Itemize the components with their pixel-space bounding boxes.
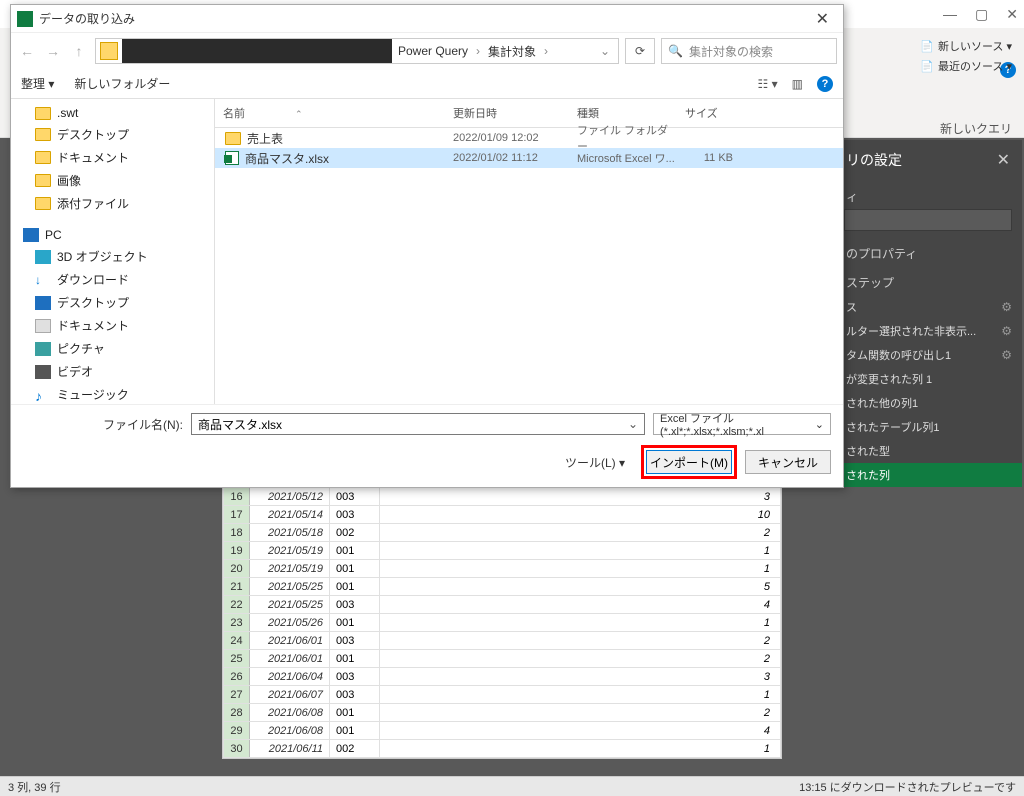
- tree-item[interactable]: ビデオ: [11, 360, 214, 383]
- nav-forward-icon: →: [43, 43, 63, 59]
- file-row[interactable]: 売上表2022/01/09 12:02ファイル フォルダー: [215, 128, 843, 148]
- folder-icon: [100, 42, 118, 60]
- step-item[interactable]: された他の列1: [834, 391, 1022, 415]
- ribbon-new-source[interactable]: 📄 新しいソース ▾: [920, 38, 1012, 54]
- query-name-input[interactable]: [844, 209, 1012, 231]
- address-bar[interactable]: Power Query › 集計対象 › ⌄: [95, 38, 619, 64]
- nav-back-icon[interactable]: ←: [17, 43, 37, 59]
- panel-title: リの設定: [846, 150, 902, 170]
- app-close-icon[interactable]: ✕: [1006, 6, 1018, 23]
- tree-item[interactable]: 3D オブジェクト: [11, 245, 214, 268]
- view-mode-icon[interactable]: ☷ ▾: [758, 77, 778, 91]
- cancel-button[interactable]: キャンセル: [745, 450, 831, 474]
- import-button[interactable]: インポート(M): [646, 450, 732, 474]
- tree-item[interactable]: デスクトップ: [11, 123, 214, 146]
- filename-input[interactable]: 商品マスタ.xlsx⌄: [191, 413, 645, 435]
- tree-item[interactable]: ドキュメント: [11, 146, 214, 169]
- refresh-icon[interactable]: ⟳: [625, 38, 655, 64]
- breadcrumb-b[interactable]: 集計対象: [482, 43, 542, 60]
- tree-item[interactable]: 画像: [11, 169, 214, 192]
- nav-up-icon[interactable]: ↑: [69, 43, 89, 59]
- table-row[interactable]: 302021/06/110021: [224, 740, 781, 758]
- applied-steps-label: ステップ: [834, 266, 1022, 295]
- step-item[interactable]: された型: [834, 439, 1022, 463]
- chevron-right-icon: ›: [474, 44, 482, 58]
- table-row[interactable]: 202021/05/190011: [224, 560, 781, 578]
- table-row[interactable]: 242021/06/010032: [224, 632, 781, 650]
- table-row[interactable]: 252021/06/010012: [224, 650, 781, 668]
- tree-item[interactable]: .swt: [11, 103, 214, 123]
- status-bar: 3 列, 39 行 13:15 にダウンロードされたプレビューです: [0, 776, 1024, 796]
- chevron-right-icon: ›: [542, 44, 550, 58]
- organize-menu[interactable]: 整理 ▾: [21, 75, 54, 92]
- dialog-help-icon[interactable]: ?: [817, 76, 833, 92]
- table-row[interactable]: 182021/05/180022: [224, 524, 781, 542]
- table-row[interactable]: 272021/06/070031: [224, 686, 781, 704]
- status-left: 3 列, 39 行: [8, 779, 61, 795]
- new-folder-button[interactable]: 新しいフォルダー: [74, 75, 170, 92]
- table-row[interactable]: 232021/05/260011: [224, 614, 781, 632]
- query-settings-panel: リの設定 ✕ ィ のプロパティ ステップ ス⚙ルター選択された非表示...⚙タム…: [834, 140, 1022, 487]
- breadcrumb-a[interactable]: Power Query: [392, 44, 474, 58]
- address-dropdown-icon[interactable]: ⌄: [592, 44, 618, 58]
- file-open-dialog: データの取り込み ✕ ← → ↑ Power Query › 集計対象 › ⌄ …: [10, 4, 844, 488]
- tree-pc[interactable]: PC: [11, 225, 214, 245]
- ribbon-recent-source[interactable]: 📄 最近のソース ▾: [920, 58, 1012, 74]
- excel-icon: [17, 11, 33, 27]
- tree-item[interactable]: デスクトップ: [11, 291, 214, 314]
- table-row[interactable]: 282021/06/080012: [224, 704, 781, 722]
- table-row[interactable]: 162021/05/120033: [224, 488, 781, 506]
- preview-pane-icon[interactable]: ▥: [792, 77, 803, 91]
- applied-steps-list: ス⚙ルター選択された非表示...⚙タム関数の呼び出し1⚙が変更された列 1された…: [834, 295, 1022, 487]
- tree-item[interactable]: ドキュメント: [11, 314, 214, 337]
- file-type-filter[interactable]: Excel ファイル (*.xl*;*.xlsx;*.xlsm;*.xl⌄: [653, 413, 831, 435]
- tree-item[interactable]: ピクチャ: [11, 337, 214, 360]
- step-item[interactable]: されたテーブル列1: [834, 415, 1022, 439]
- ribbon-group-label: 新しいクエリ: [940, 120, 1012, 137]
- folder-tree[interactable]: .swtデスクトップドキュメント画像添付ファイルPC3D オブジェクト↓ダウンロ…: [11, 99, 215, 404]
- table-row[interactable]: 292021/06/080014: [224, 722, 781, 740]
- dialog-title: データの取り込み: [39, 10, 808, 27]
- properties-label: ィ: [834, 180, 1022, 209]
- table-row[interactable]: 172021/05/1400310: [224, 506, 781, 524]
- step-item[interactable]: された列: [834, 463, 1022, 487]
- table-row[interactable]: 212021/05/250015: [224, 578, 781, 596]
- step-item[interactable]: が変更された列 1: [834, 367, 1022, 391]
- tree-item[interactable]: ↓ダウンロード: [11, 268, 214, 291]
- panel-close-icon[interactable]: ✕: [997, 150, 1010, 170]
- status-right: 13:15 にダウンロードされたプレビューです: [799, 779, 1016, 795]
- tree-item[interactable]: ♪ミュージック: [11, 383, 214, 404]
- all-properties-link[interactable]: のプロパティ: [834, 237, 1022, 266]
- dialog-close-icon[interactable]: ✕: [808, 9, 837, 29]
- step-item[interactable]: タム関数の呼び出し1⚙: [834, 343, 1022, 367]
- minimize-icon[interactable]: —: [943, 6, 957, 22]
- table-row[interactable]: 262021/06/040033: [224, 668, 781, 686]
- step-item[interactable]: ルター選択された非表示...⚙: [834, 319, 1022, 343]
- column-headers[interactable]: 名前⌃ 更新日時 種類 サイズ: [215, 99, 843, 128]
- tools-menu[interactable]: ツール(L) ▾: [565, 454, 625, 471]
- tree-item[interactable]: 添付ファイル: [11, 192, 214, 215]
- highlight-annotation: インポート(M): [641, 445, 737, 479]
- step-item[interactable]: ス⚙: [834, 295, 1022, 319]
- file-row[interactable]: 商品マスタ.xlsx2022/01/02 11:12Microsoft Exce…: [215, 148, 843, 168]
- search-icon: 🔍: [668, 44, 683, 58]
- maximize-icon[interactable]: ▢: [975, 6, 988, 23]
- table-row[interactable]: 192021/05/190011: [224, 542, 781, 560]
- file-list[interactable]: 売上表2022/01/09 12:02ファイル フォルダー商品マスタ.xlsx2…: [215, 128, 843, 404]
- address-redacted: [122, 39, 392, 63]
- data-preview-table: 162021/05/120033172021/05/1400310182021/…: [222, 486, 782, 759]
- search-input[interactable]: 🔍 集計対象の検索: [661, 38, 837, 64]
- table-row[interactable]: 222021/05/250034: [224, 596, 781, 614]
- filename-label: ファイル名(N):: [23, 416, 183, 433]
